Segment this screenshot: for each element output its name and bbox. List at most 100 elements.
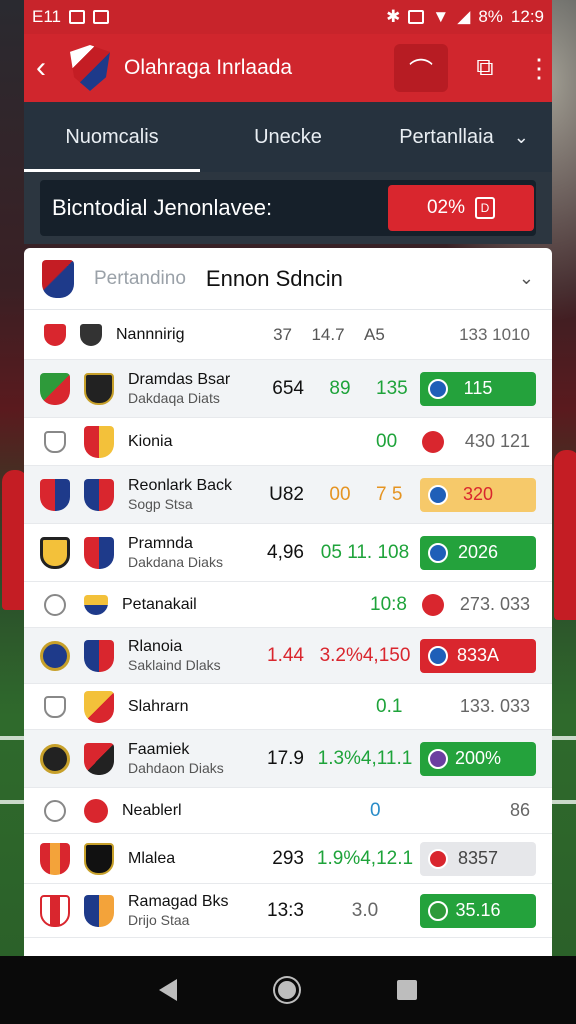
table-row[interactable]: Pramnda Dakdana Diaks 4,96 05 11. 108 202… (24, 524, 552, 582)
red-dot-icon (422, 593, 444, 616)
team-names: Faamiek Dahdaon Diaks (128, 741, 264, 777)
team-names: Slahrarn (128, 698, 264, 716)
table-row[interactable]: Faamiek Dahdaon Diaks 17.9 1.3%4,11.1 200… (24, 730, 552, 788)
team-crest (84, 425, 114, 458)
result-badge[interactable]: 35.16 (420, 893, 536, 928)
whistle-icon: ⌒ (409, 57, 433, 85)
whistle-button[interactable]: ⌒ (394, 44, 448, 92)
tab-label: Pertanllaia (399, 125, 494, 148)
panel-title: Ennon Sdncin (205, 265, 343, 291)
system-nav-bar (0, 956, 576, 1024)
table-row[interactable]: Neablerl 0 86 (24, 788, 552, 834)
stat-col1: 654 (272, 377, 304, 399)
team-crest (84, 639, 114, 672)
team-sub: Dahdaon Diaks (128, 759, 224, 776)
team-dot-icon (428, 645, 448, 666)
result-value: 430 121 (464, 431, 530, 451)
result-badge[interactable]: 8357 (420, 841, 536, 876)
tab-label: Unecke (254, 125, 322, 148)
share-icon: ⧉ (476, 54, 494, 81)
tab-pertanllaia[interactable]: Pertanllaia ⌄ (376, 102, 552, 172)
result-value: 115 (463, 378, 493, 398)
stat-col1: 17.9 (267, 747, 304, 769)
stat-col3: 135 (376, 377, 408, 399)
stat-col1: 13:3 (267, 899, 304, 921)
stat-col1: 4,96 (267, 541, 304, 563)
team-sub: Drijo Staa (128, 911, 190, 928)
team-crest (40, 842, 70, 875)
result-value: 2026 (457, 542, 499, 562)
result-badge[interactable]: 320 (420, 477, 536, 512)
panel-subtitle: Pertandino (94, 267, 186, 289)
back-arrow-icon[interactable]: ‹ (36, 51, 64, 85)
share-button[interactable]: ⧉ (458, 44, 512, 92)
banner-button[interactable]: 02% D (388, 185, 534, 231)
gallery-icon (69, 10, 85, 24)
stat-col2: 1.9%4,12.1 (316, 847, 414, 869)
stat-col2: 3.2%4,150 (319, 644, 411, 666)
team-name: Slahrarn (128, 697, 189, 715)
header-name-cell: Nannnirig (116, 326, 252, 344)
nav-recents-icon[interactable] (397, 980, 417, 1000)
panel-header[interactable]: Pertandino Ennon Sdncin ⌄ (24, 248, 552, 310)
team-names: Dramdas Bsar Dakdaqa Diats (128, 371, 264, 407)
stat-col3: 0.1 (376, 695, 403, 717)
nav-home-icon[interactable] (275, 978, 299, 1002)
team-dot-icon (428, 542, 448, 563)
stat-col2: 1.3%4,11.1 (317, 747, 413, 769)
team-name: Neablerl (122, 801, 182, 819)
table-row[interactable]: Rlanoia Saklaind Dlaks 1.44 3.2%4,150 833… (24, 628, 552, 684)
team-name: Mlalea (128, 849, 176, 867)
team-dot-icon (428, 848, 448, 869)
team-name: Petanakail (122, 595, 197, 613)
nav-back-icon[interactable] (159, 979, 177, 1001)
result-badge[interactable]: 2026 (420, 535, 536, 570)
table-row[interactable]: Reonlark Back Sogp Stsa U82 00 7 5 320 (24, 466, 552, 524)
team-crest (40, 894, 70, 927)
team-sub: Saklaind Dlaks (128, 656, 221, 673)
result-badge[interactable]: 115 (420, 371, 536, 406)
team-crest (44, 695, 66, 718)
table-row[interactable]: Kionia 00 430 121 (24, 418, 552, 466)
header-col4: 133 1010 (459, 324, 530, 344)
team-crest (40, 536, 70, 569)
team-names: Petanakail (122, 596, 258, 614)
header-col1: 37 (273, 324, 292, 344)
tab-unecke[interactable]: Unecke (200, 102, 376, 172)
tab-label: Nuomcalis (65, 125, 159, 148)
team-name: Faamiek (128, 740, 190, 758)
tab-nuomcalis[interactable]: Nuomcalis (24, 102, 200, 172)
team-crest (84, 536, 114, 569)
header-col3: A5 (364, 324, 385, 344)
more-options-icon[interactable]: ⋮ (526, 53, 552, 84)
standings-panel: Pertandino Ennon Sdncin ⌄ Nannnirig 37 1… (24, 248, 552, 956)
result-value-cell: 430 121 (420, 425, 536, 459)
team-names: Neablerl (122, 802, 258, 820)
team-crest (84, 894, 114, 927)
team-name: Pramnda (128, 534, 193, 552)
team-dot-icon (428, 484, 448, 505)
team-names: Reonlark Back Sogp Stsa (128, 477, 264, 513)
signal-icon: ◢ (457, 7, 471, 26)
table-row[interactable]: Slahrarn 0.1 133. 033 (24, 684, 552, 730)
result-badge[interactable]: 200% (420, 741, 536, 776)
red-dot-icon (422, 430, 444, 453)
status-bar: E11 ✱ ▼ ◢ 8% 12:9 (24, 0, 552, 34)
battery-text: 8% (478, 7, 503, 26)
header-col2: 14.7 (311, 324, 345, 344)
document-icon: D (475, 197, 496, 219)
league-logo (42, 259, 74, 298)
table-row[interactable]: Ramagad Bks Drijo Staa 13:3 3.0 35.16 (24, 884, 552, 938)
result-badge[interactable]: 833A (420, 638, 536, 673)
team-sub: Dakdaqa Diats (128, 389, 220, 406)
tab-bar: Nuomcalis Unecke Pertanllaia ⌄ (24, 102, 552, 172)
team-crest (84, 798, 108, 823)
table-row[interactable]: Petanakail 10:8 273. 033 (24, 582, 552, 628)
banner-button-label: 02% (426, 197, 466, 218)
result-value: 86 (509, 800, 530, 820)
stat-col3: 00 (376, 430, 398, 452)
team-name: Reonlark Back (128, 476, 233, 494)
table-row[interactable]: Mlalea 293 1.9%4,12.1 8357 (24, 834, 552, 884)
table-row[interactable]: Dramdas Bsar Dakdaqa Diats 654 89 135 115 (24, 360, 552, 418)
result-value-cell: 86 (420, 794, 536, 828)
